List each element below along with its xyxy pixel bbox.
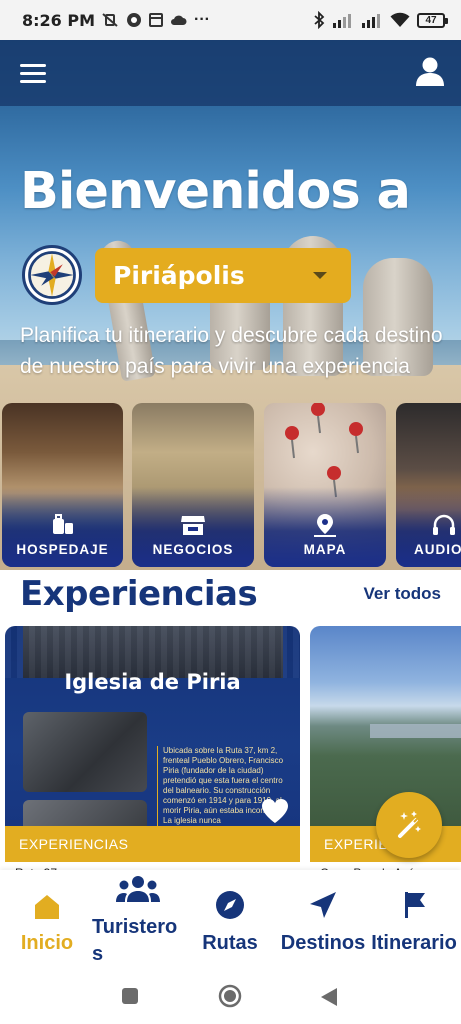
home-button-icon[interactable] (218, 984, 242, 1008)
category-label: HOSPEDAJE (16, 542, 109, 557)
card-landscape-sea (370, 724, 461, 738)
headphones-icon (433, 514, 455, 535)
heart-icon[interactable] (261, 798, 289, 824)
cloud-icon (171, 15, 187, 25)
card-photo-1 (23, 712, 147, 792)
bottom-navigation: Inicio Turistero s Rutas Destinos Itiner… (0, 870, 461, 980)
navigation-arrow-icon (310, 892, 336, 918)
nav-label: Destinos (280, 932, 366, 954)
compass-icon (216, 891, 244, 919)
bluetooth-icon (314, 11, 325, 29)
nav-item-itinerario[interactable]: Itinerario (368, 870, 460, 957)
nav-item-turisteros[interactable]: Turistero s (88, 870, 188, 968)
nav-label: Rutas (202, 932, 258, 954)
see-all-link[interactable]: Ver todos (364, 584, 441, 604)
more-notifications: ··· (194, 11, 210, 28)
magic-wand-icon (398, 811, 421, 838)
calendar-icon (149, 13, 164, 27)
category-label: NEGOCIOS (152, 542, 234, 557)
back-icon[interactable] (320, 987, 338, 1007)
wifi-icon (390, 12, 410, 27)
hamburger-menu-icon[interactable] (20, 64, 46, 84)
hero-tagline: Planifica tu itinerario y descubre cada … (20, 324, 443, 378)
nav-label: Turistero (92, 916, 178, 938)
recent-apps-icon[interactable] (121, 987, 139, 1005)
nav-label: Inicio (20, 932, 74, 954)
card-image: Iglesia de Piria Ubicada sobre la Ruta 3… (5, 626, 300, 830)
category-tiles: HOSPEDAJE NEGOCIOS MAPA AUDIO (0, 403, 461, 567)
nav-label-wrap: s (92, 943, 104, 965)
app-notification-icon (127, 13, 142, 27)
status-time: 8:26 PM (22, 10, 96, 30)
experiences-title: Experiencias (20, 574, 258, 614)
signal-icon-2 (362, 14, 380, 28)
system-icons: 47 (313, 11, 448, 29)
battery-level: 47 (425, 14, 437, 26)
category-label: AUDIO (414, 542, 461, 557)
no-vibrate-icon (102, 13, 118, 27)
category-label: MAPA (303, 542, 347, 557)
store-icon (181, 516, 205, 535)
category-tile-negocios[interactable]: NEGOCIOS (132, 403, 254, 567)
status-bar: 8:26 PM ··· 47 (0, 0, 461, 40)
map-pin-icon (314, 514, 336, 537)
experience-card-iglesia[interactable]: Iglesia de Piria Ubicada sobre la Ruta 3… (5, 626, 300, 876)
category-tile-audio[interactable]: AUDIO (396, 403, 461, 567)
app-screen: 8:26 PM ··· 47 Bienvenidos a Piriápolis … (0, 0, 461, 1024)
card-category: EXPERIENCIAS (5, 826, 300, 862)
user-profile-icon[interactable] (415, 56, 445, 88)
battery-icon: 47 (417, 12, 448, 28)
luggage-icon (52, 514, 73, 534)
nav-item-destinos[interactable]: Destinos (278, 870, 368, 957)
card-image (310, 626, 461, 826)
chevron-down-icon (313, 272, 327, 279)
app-header (0, 40, 461, 106)
signal-icon-1 (333, 14, 351, 28)
nav-item-inicio[interactable]: Inicio (14, 870, 80, 957)
city-dropdown[interactable]: Piriápolis (95, 248, 351, 303)
category-tile-mapa[interactable]: MAPA (264, 403, 386, 567)
home-icon (35, 895, 59, 919)
card-image-title: Iglesia de Piria (64, 670, 241, 694)
nav-item-rutas[interactable]: Rutas (198, 870, 262, 957)
category-tile-hospedaje[interactable]: HOSPEDAJE (2, 403, 123, 567)
compass-logo-icon (22, 245, 82, 305)
nav-label: Itinerario (371, 932, 457, 954)
group-icon (116, 876, 160, 902)
welcome-heading: Bienvenidos a (20, 162, 411, 221)
magic-wand-button[interactable] (376, 792, 442, 858)
flag-icon (405, 892, 425, 918)
notification-icons: ··· (101, 11, 210, 29)
experiences-header: Experiencias Ver todos (0, 570, 461, 626)
city-dropdown-value: Piriápolis (113, 261, 245, 290)
system-navigation-bar (0, 980, 461, 1024)
